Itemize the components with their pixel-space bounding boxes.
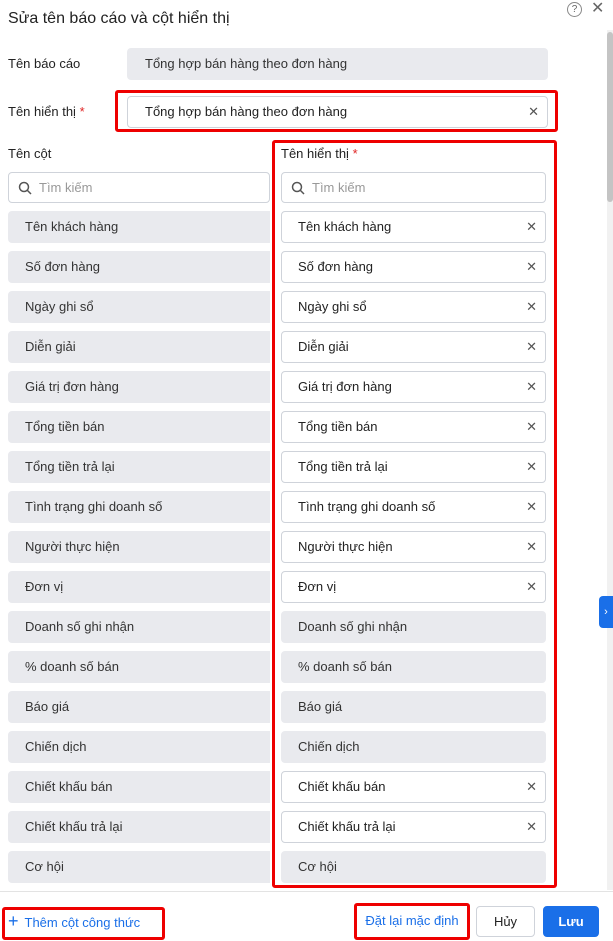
display-name-label-text: Tên hiển thị (8, 104, 76, 119)
column-name-item: Đơn vị (8, 571, 270, 603)
side-panel-toggle[interactable]: › (599, 596, 613, 628)
column-name-item: Chiết khấu trả lại (8, 811, 270, 843)
dialog-title: Sửa tên báo cáo và cột hiển thị (8, 10, 230, 27)
clear-icon[interactable]: ✕ (528, 97, 539, 127)
edit-report-dialog: Sửa tên báo cáo và cột hiển thị ? ✕ Tên … (0, 0, 613, 941)
column-name-item: Chiến dịch (8, 731, 270, 763)
help-icon[interactable]: ? (567, 2, 582, 17)
dialog-footer: + Thêm cột công thức Đặt lại mặc định Hủy… (0, 891, 613, 941)
column-name-item: Chiết khấu bán (8, 771, 270, 803)
add-formula-label: Thêm cột công thức (24, 915, 141, 930)
column-name-item: Người thực hiện (8, 531, 270, 563)
report-name-label: Tên báo cáo (8, 56, 81, 71)
reset-default-button[interactable]: Đặt lại mặc định (358, 906, 466, 937)
report-name-value: Tổng hợp bán hàng theo đơn hàng (145, 56, 348, 71)
required-mark: * (79, 104, 85, 119)
column-name-list: Tên khách hàng Số đơn hàng Ngày ghi sổ Diễn… (8, 211, 270, 891)
column-name-item: Giá trị đơn hàng (8, 371, 270, 403)
search-icon (18, 181, 32, 195)
column-name-search-input[interactable]: Tìm kiếm (8, 172, 270, 203)
display-name-value: Tổng hợp bán hàng theo đơn hàng (145, 104, 348, 119)
close-icon[interactable]: ✕ (591, 0, 604, 18)
column-name-item: Báo giá (8, 691, 270, 723)
display-column-highlight (272, 140, 557, 888)
display-name-label: Tên hiển thị * (8, 104, 85, 119)
plus-icon: + (8, 911, 19, 931)
column-name-item: Cơ hội (8, 851, 270, 883)
column-name-item: Ngày ghi sổ (8, 291, 270, 323)
column-name-item: Số đơn hàng (8, 251, 270, 283)
column-name-item: Tổng tiền trả lại (8, 451, 270, 483)
column-name-item: Tên khách hàng (8, 211, 270, 243)
display-name-input[interactable]: Tổng hợp bán hàng theo đơn hàng ✕ (127, 96, 548, 128)
column-name-item: Tình trạng ghi doanh số (8, 491, 270, 523)
search-placeholder: Tìm kiếm (39, 180, 93, 195)
report-name-field: Tổng hợp bán hàng theo đơn hàng (127, 48, 548, 80)
scrollbar-thumb[interactable] (607, 32, 613, 202)
add-formula-column-button[interactable]: + Thêm cột công thức (8, 907, 160, 938)
cancel-button[interactable]: Hủy (476, 906, 535, 937)
column-name-item: Tổng tiền bán (8, 411, 270, 443)
column-name-header: Tên cột (8, 146, 52, 161)
column-name-item: % doanh số bán (8, 651, 270, 683)
column-name-item: Doanh số ghi nhận (8, 611, 270, 643)
column-name-item: Diễn giải (8, 331, 270, 363)
save-button[interactable]: Lưu (543, 906, 599, 937)
